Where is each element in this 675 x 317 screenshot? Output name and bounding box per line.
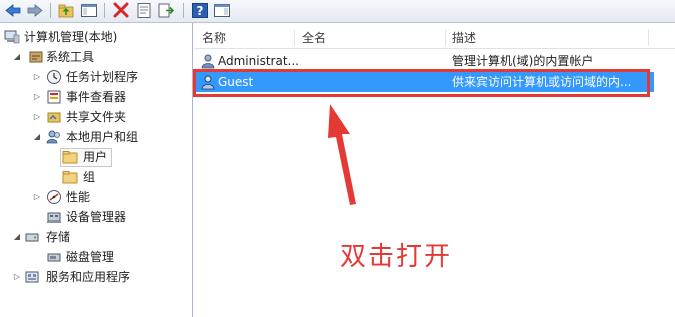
toolbar-separator [50, 3, 51, 18]
tree-item-label: 性能 [66, 190, 91, 204]
delete-icon[interactable] [112, 2, 130, 19]
tree-item-services-apps[interactable]: ▷ 服务和应用程序 [12, 268, 187, 286]
show-action-pane-icon[interactable] [213, 2, 231, 19]
users-group-icon [46, 130, 60, 144]
tree-item-disk-management[interactable]: 磁盘管理 [32, 248, 187, 266]
show-hide-tree-icon[interactable] [80, 2, 98, 19]
expand-arrow-icon[interactable]: ▷ [32, 108, 42, 126]
tree-item-users[interactable]: 用户 [62, 148, 112, 166]
tree-item-label: 存储 [46, 230, 71, 244]
column-header-name[interactable]: 名称 [202, 28, 226, 48]
tree-item-performance[interactable]: ▷ 性能 [32, 188, 187, 206]
storage-icon [25, 233, 39, 242]
export-icon[interactable] [157, 2, 175, 19]
tree-item-label: 磁盘管理 [66, 250, 115, 264]
properties-icon[interactable] [135, 2, 153, 19]
tree-item-label: 系统工具 [46, 50, 95, 64]
computer-management-icon [4, 30, 20, 44]
annotation-arrow-icon [328, 104, 356, 205]
column-header-fullname[interactable]: 全名 [302, 28, 326, 48]
expand-arrow-icon[interactable]: ▷ [32, 68, 42, 86]
device-manager-icon [47, 212, 61, 223]
tree-item-label: 服务和应用程序 [46, 270, 131, 284]
cell-name: Administrat... [218, 54, 299, 68]
event-viewer-icon [47, 90, 61, 104]
toolbar-separator [104, 3, 105, 18]
forward-icon[interactable] [26, 2, 44, 19]
help-icon[interactable]: ? [191, 2, 209, 19]
tree-item-label: 计算机管理(本地) [24, 30, 118, 44]
tree-item-local-users-groups[interactable]: ◢ 本地用户和组 [32, 128, 187, 146]
clock-icon [47, 70, 61, 84]
services-apps-icon [25, 271, 39, 283]
table-row[interactable]: Administrat... 管理计算机(域)的内置帐户 [194, 51, 654, 71]
tree-item-device-manager[interactable]: 设备管理器 [32, 208, 187, 226]
user-icon [201, 54, 215, 69]
cell-description: 管理计算机(域)的内置帐户 [452, 54, 594, 68]
column-divider[interactable] [648, 30, 649, 46]
tree-item-computer-management[interactable]: 计算机管理(本地) [4, 28, 189, 46]
collapse-arrow-icon[interactable]: ◢ [32, 128, 42, 146]
shared-folder-icon [47, 112, 61, 123]
back-icon[interactable] [4, 2, 22, 19]
tree-item-task-scheduler[interactable]: ▷ 任务计划程序 [32, 68, 187, 86]
collapse-arrow-icon[interactable]: ◢ [12, 228, 22, 246]
folder-icon [62, 151, 78, 164]
tree-item-system-tools[interactable]: ◢ 系统工具 [12, 48, 187, 66]
column-divider[interactable] [294, 30, 295, 46]
expand-arrow-icon[interactable]: ▷ [12, 268, 22, 286]
svg-text:?: ? [197, 4, 204, 18]
tree-item-event-viewer[interactable]: ▷ 事件查看器 [32, 88, 187, 106]
tree-item-label: 本地用户和组 [66, 130, 139, 144]
tree-item-label: 组 [83, 170, 96, 184]
folder-icon [62, 171, 78, 184]
up-folder-icon[interactable] [57, 2, 75, 19]
performance-icon [47, 190, 61, 204]
column-header-description[interactable]: 描述 [452, 28, 476, 48]
tree-item-label: 共享文件夹 [66, 110, 127, 124]
tree-item-label: 任务计划程序 [66, 70, 139, 84]
tree-item-shared-folders[interactable]: ▷ 共享文件夹 [32, 108, 187, 126]
toolbar-separator [183, 3, 184, 18]
tree-item-label: 事件查看器 [66, 90, 127, 104]
annotation-text: 双击打开 [340, 242, 453, 272]
tree-item-groups[interactable]: 组 [62, 168, 112, 186]
column-divider[interactable] [445, 30, 446, 46]
tree-item-label: 设备管理器 [66, 210, 127, 224]
list-header: 名称 全名 描述 [194, 28, 675, 49]
console-tree: 计算机管理(本地) ◢ 系统工具 ▷ 任务计划程序 ▷ 事件查看器 ▷ 共享文件… [0, 23, 193, 317]
expand-arrow-icon[interactable]: ▷ [32, 88, 42, 106]
expand-arrow-icon[interactable]: ▷ [32, 188, 42, 206]
toolbar: ? [0, 0, 675, 23]
system-tools-icon [29, 51, 43, 63]
tree-item-storage[interactable]: ◢ 存储 [12, 228, 187, 246]
tree-item-label: 用户 [83, 150, 108, 164]
collapse-arrow-icon[interactable]: ◢ [12, 48, 22, 66]
highlight-box [193, 69, 650, 97]
disk-management-icon [47, 253, 61, 262]
